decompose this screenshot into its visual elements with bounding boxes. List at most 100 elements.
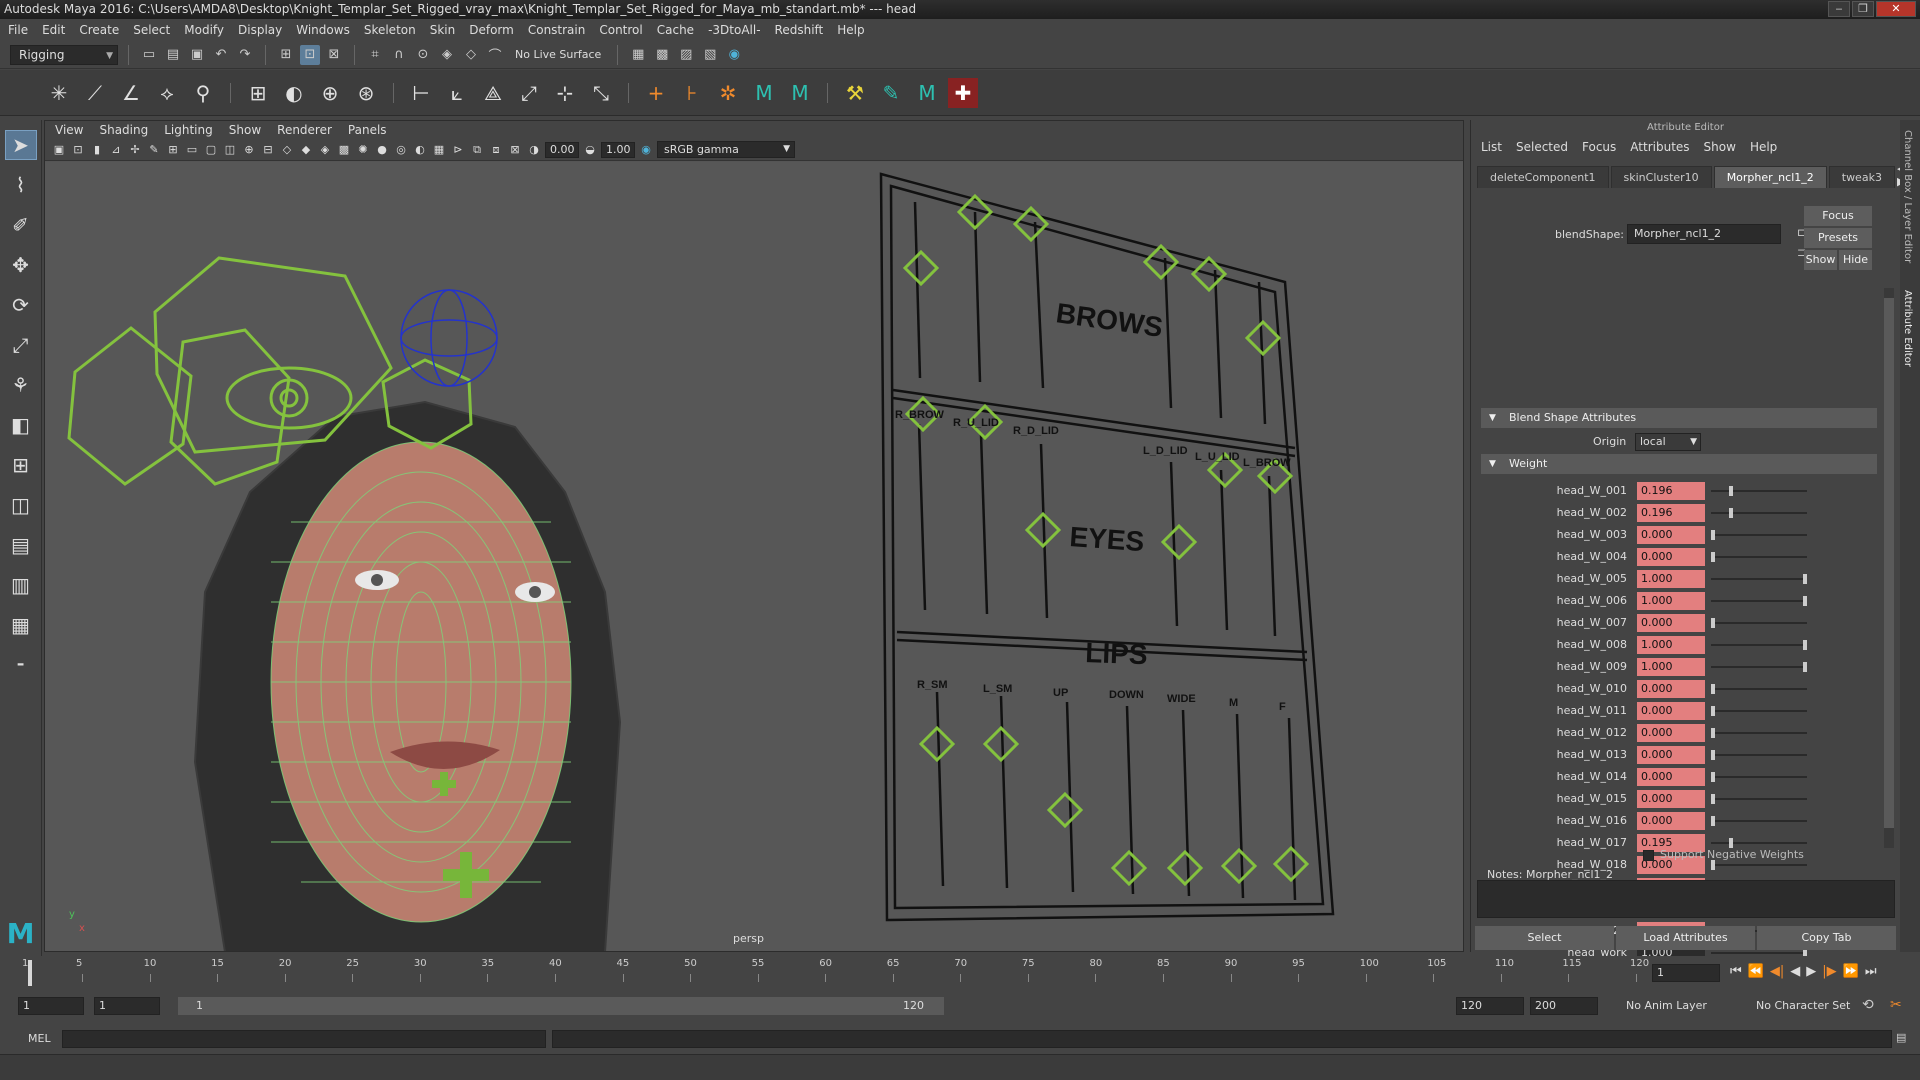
weight-slider[interactable] [1711,684,1807,694]
persp-viewport[interactable]: View Shading Lighting Show Renderer Pane… [44,120,1464,952]
render-view-icon[interactable]: ▦ [628,45,648,65]
film-gate-icon[interactable]: ▭ [184,142,200,158]
weight-value-field[interactable]: 0.196 [1637,504,1705,522]
ae-menu-help[interactable]: Help [1750,140,1777,154]
last-tool-icon[interactable]: ⚘ [5,370,37,400]
support-negative-weights-checkbox[interactable]: Support Negative Weights [1643,848,1804,861]
menu-control[interactable]: Control [599,23,642,37]
anim-layer-select[interactable]: No Anim Layer [1626,997,1707,1015]
weight-slider-handle[interactable] [1711,552,1715,562]
gamma-field[interactable]: 1.00 [601,141,635,158]
vp-menu-shading[interactable]: Shading [99,123,148,137]
lattice-icon[interactable]: ⊕ [315,78,345,108]
hypergraph-layout-icon[interactable]: ▦ [5,610,37,640]
two-d-pan-icon[interactable]: ✢ [127,142,143,158]
ae-menu-show[interactable]: Show [1704,140,1736,154]
color-management-icon[interactable]: ◉ [638,142,654,158]
weight-value-field[interactable]: 0.000 [1637,526,1705,544]
weight-section[interactable]: Weight [1481,454,1877,474]
render-settings-icon[interactable]: ▧ [700,45,720,65]
attribute-editor-tab[interactable]: Attribute Editor [1902,290,1913,367]
minus-layout-icon[interactable]: ⁃ [5,650,37,680]
menu-skin[interactable]: Skin [430,23,456,37]
blendshape-name-field[interactable]: Morpher_ncl1_2 [1627,224,1781,244]
ik-spline-icon[interactable]: ∠ [116,78,146,108]
select-tool-icon[interactable]: ➤ [4,130,37,160]
joint-tool-icon[interactable]: ✳ [44,78,74,108]
select-component-icon[interactable]: ⊠ [324,45,344,65]
snap-view-icon[interactable]: ◈ [437,45,457,65]
play-backward-icon[interactable]: ◀ [1790,964,1800,979]
weight-slider[interactable] [1711,640,1807,650]
snap-point-icon[interactable]: ⊙ [413,45,433,65]
shadows-icon[interactable]: ● [374,142,390,158]
ik-fk-icon[interactable]: ⊦ [677,78,707,108]
time-slider[interactable]: 1 5 10 15 20 25 30 35 40 45 50 55 60 65 70 75 80 85 90 95 10… [0,956,1920,988]
step-back-key-icon[interactable]: ⏪ [1748,964,1764,979]
wireframe-icon[interactable]: ◇ [279,142,295,158]
focus-button[interactable]: Focus [1804,206,1872,226]
exposure-icon[interactable]: ◑ [526,142,542,158]
script-editor-icon[interactable]: ▤ [1896,1031,1906,1044]
load-attributes-button[interactable]: Load Attributes [1616,926,1755,950]
select-object-icon[interactable]: ⊡ [300,44,320,65]
bookmark-icon[interactable]: ▮ [89,142,105,158]
weight-slider[interactable] [1711,948,1807,958]
snap-grid-icon[interactable]: ⌗ [365,45,385,65]
weight-slider-handle[interactable] [1729,508,1734,518]
menu-set-select[interactable]: Rigging [10,44,118,65]
view-transform-select[interactable]: sRGB gamma [657,141,795,158]
four-layout-icon[interactable]: ⊞ [5,450,37,480]
weight-value-field[interactable]: 1.000 [1637,592,1705,610]
pole-vector-icon[interactable]: ⤡ [586,78,616,108]
image-plane-icon[interactable]: ⊿ [108,142,124,158]
mel-input[interactable] [62,1030,546,1048]
point-constraint-icon[interactable]: ⊢ [406,78,436,108]
bone-icon[interactable]: ✲ [713,78,743,108]
restore-icon[interactable]: ❐ [1852,1,1874,17]
menu-edit[interactable]: Edit [42,23,65,37]
tab-morpher-ncl1-2[interactable]: Morpher_ncl1_2 [1713,166,1827,188]
copy-tab-button[interactable]: Copy Tab [1757,926,1896,950]
vp-menu-show[interactable]: Show [229,123,261,137]
weight-value-field[interactable]: 0.000 [1637,746,1705,764]
script-tool-a-icon[interactable]: M [749,78,779,108]
character-set-select[interactable]: No Character Set [1756,997,1850,1015]
grease-pencil-icon[interactable]: ✎ [146,142,162,158]
anim-prefs-icon[interactable]: ✂ [1890,997,1902,1013]
side-layout-icon[interactable]: ◫ [5,490,37,520]
range-bar[interactable]: 1 120 [178,997,944,1015]
weight-slider-handle[interactable] [1803,662,1807,672]
paint-select-icon[interactable]: ✐ [5,210,37,240]
save-scene-icon[interactable]: ▣ [187,45,207,65]
current-time-marker[interactable] [28,960,32,986]
weight-slider-handle[interactable] [1711,816,1715,826]
menu-help[interactable]: Help [837,23,864,37]
presets-button[interactable]: Presets [1804,228,1872,248]
maya-script-icon[interactable]: M [912,78,942,108]
hide-button[interactable]: Hide [1839,250,1872,270]
scale-tool-icon[interactable]: ⤢ [5,330,37,360]
tab-deletecomponent1[interactable]: deleteComponent1 [1477,166,1609,188]
shelf-custom-icon[interactable]: ✚ [948,77,978,108]
menu-select[interactable]: Select [133,23,170,37]
menu-modify[interactable]: Modify [184,23,224,37]
channel-box-tab[interactable]: Channel Box / Layer Editor [1902,130,1913,263]
weight-slider[interactable] [1711,662,1807,672]
weight-slider-handle[interactable] [1711,772,1715,782]
notes-field[interactable] [1477,880,1895,918]
vp-menu-panels[interactable]: Panels [348,123,387,137]
mirror-joint-icon[interactable]: ⚲ [188,78,218,108]
weight-slider-handle[interactable] [1728,838,1733,848]
menu-display[interactable]: Display [238,23,282,37]
weight-slider-handle[interactable] [1803,596,1807,606]
menu-3dtoall[interactable]: -3DtoAll- [708,23,760,37]
menu-redshift[interactable]: Redshift [775,23,824,37]
weight-value-field[interactable]: 0.000 [1637,702,1705,720]
move-tool-icon[interactable]: ✥ [5,250,37,280]
lights-icon[interactable]: ✺ [355,142,371,158]
ik-handle-icon[interactable]: ⟋ [80,78,110,108]
weight-slider[interactable] [1711,838,1807,848]
menu-skeleton[interactable]: Skeleton [364,23,416,37]
vp-menu-renderer[interactable]: Renderer [277,123,332,137]
